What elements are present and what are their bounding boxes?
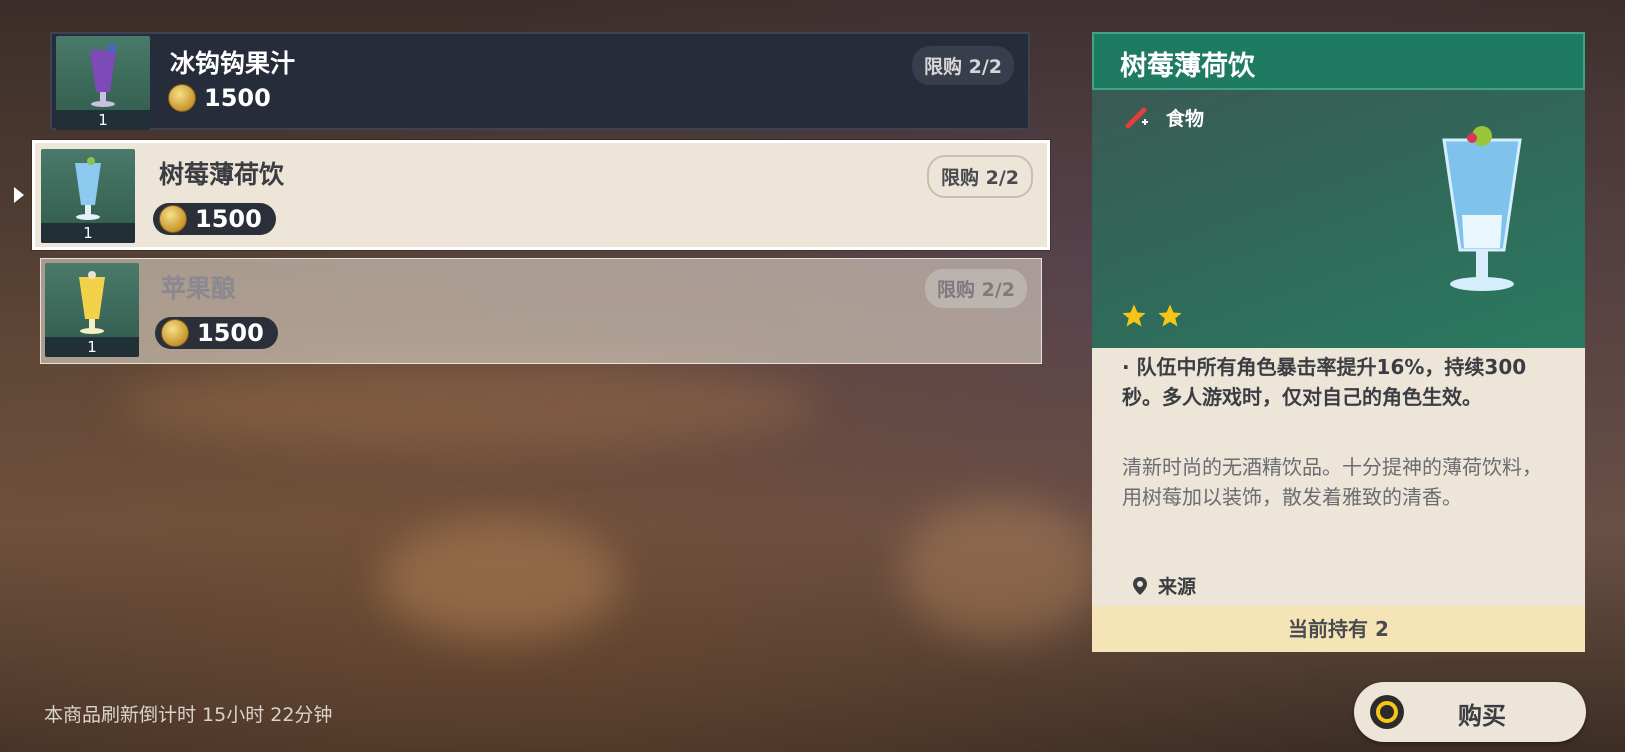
detail-title: 树莓薄荷饮: [1120, 51, 1255, 82]
item-name: 苹果酿: [161, 274, 237, 303]
mora-coin-icon: [161, 319, 189, 347]
purchase-limit: 限购 2/2: [927, 155, 1033, 198]
star-icon: [1122, 304, 1146, 327]
purple-drink-icon: [90, 44, 116, 107]
item-detail-panel: 树莓薄荷饮 食物 · 队伍中所有角色暴击率提升16%，持续300秒。多人游戏时，…: [1092, 32, 1585, 652]
source-label: 来源: [1158, 576, 1197, 598]
item-quantity: 1: [56, 110, 150, 130]
source-row[interactable]: 来源: [1132, 572, 1196, 599]
item-thumbnail: 1: [56, 36, 150, 130]
mora-coin-icon: [168, 84, 196, 112]
controller-button-icon: [1370, 695, 1404, 729]
buy-label: 购买: [1458, 702, 1506, 730]
price-value: 1500: [204, 84, 271, 112]
shop-item-1[interactable]: 1 冰钩钩果汁 1500 限购 2/2: [50, 32, 1030, 130]
item-type: 食物: [1166, 108, 1205, 130]
owned-count: 当前持有 2: [1092, 606, 1585, 652]
item-thumbnail: 1: [41, 149, 135, 243]
item-price: 1500: [153, 203, 276, 235]
item-thumbnail: 1: [45, 263, 139, 357]
selection-arrow-icon: [14, 187, 24, 203]
refresh-timer: 本商品刷新倒计时 15小时 22分钟: [44, 704, 333, 726]
rarity-stars: [1120, 302, 1184, 330]
price-value: 1500: [197, 319, 264, 347]
apple-drink-icon: [79, 271, 105, 334]
detail-artwork: 食物: [1092, 90, 1585, 348]
item-price: 1500: [155, 317, 278, 349]
description-text: 清新时尚的无酒精饮品。十分提神的薄荷饮料，用树莓加以装饰，散发着雅致的清香。: [1122, 455, 1542, 509]
drink-illustration: [1442, 126, 1522, 291]
purchase-limit: 限购 2/2: [925, 269, 1027, 308]
food-icon: [1125, 107, 1148, 129]
background-light: [120, 360, 820, 450]
item-price: 1500: [168, 84, 271, 112]
item-name: 树莓薄荷饮: [159, 160, 285, 189]
item-quantity: 1: [45, 337, 139, 357]
shop-item-3[interactable]: 1 苹果酿 1500 限购 2/2: [40, 258, 1042, 364]
detail-header: 树莓薄荷饮: [1092, 32, 1585, 90]
mint-drink-icon: [75, 157, 101, 220]
star-icon: [1158, 304, 1182, 327]
purchase-limit: 限购 2/2: [912, 46, 1014, 85]
price-value: 1500: [195, 205, 262, 233]
background-light: [380, 520, 620, 640]
item-quantity: 1: [41, 223, 135, 243]
buy-button[interactable]: 购买: [1354, 682, 1586, 742]
effect-text: · 队伍中所有角色暴击率提升16%，持续300秒。多人游戏时，仅对自己的角色生效…: [1122, 355, 1527, 409]
location-pin-icon: [1133, 576, 1147, 595]
mora-coin-icon: [159, 205, 187, 233]
item-name: 冰钩钩果汁: [170, 49, 296, 78]
background-light: [900, 500, 1100, 640]
shop-item-2[interactable]: 1 树莓薄荷饮 1500 限购 2/2: [32, 140, 1050, 250]
